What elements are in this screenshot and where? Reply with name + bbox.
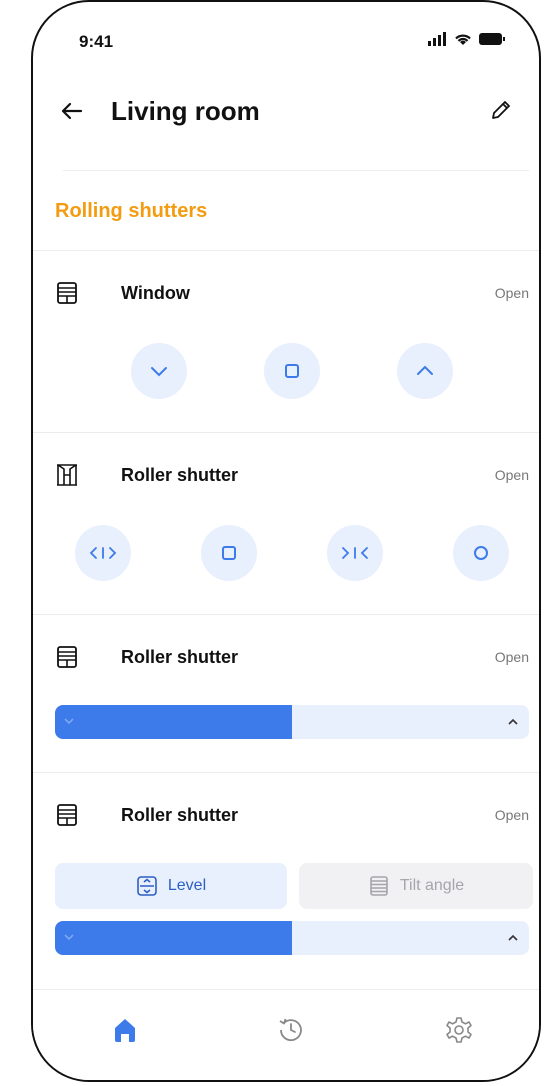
level-slider[interactable] (55, 921, 529, 955)
nav-history[interactable] (275, 1014, 307, 1046)
tab-level[interactable]: Level (55, 863, 287, 909)
open-curtain-button[interactable] (75, 525, 131, 581)
raise-button[interactable] (397, 343, 453, 399)
circle-icon (474, 546, 488, 560)
stop-icon (285, 364, 299, 378)
device-row-head: Roller shutter Open (55, 461, 529, 493)
chevron-up-icon (417, 365, 433, 375)
nav-home[interactable] (109, 1014, 141, 1046)
edit-pencil-icon[interactable] (489, 98, 513, 122)
device-card: Roller shutter Open Level Tilt angle (33, 772, 539, 993)
tilt-icon (370, 876, 388, 896)
open-icon (89, 547, 117, 559)
nav-settings[interactable] (443, 1014, 475, 1046)
wifi-icon (455, 34, 471, 45)
device-row-head: Roller shutter Open (55, 643, 529, 675)
signal-icon (428, 32, 446, 46)
device-card: Roller shutter Open (33, 432, 539, 615)
status-bar: 9:41 (33, 28, 539, 58)
device-status: Open (494, 649, 529, 665)
close-icon (342, 547, 368, 559)
shutter-icon (57, 282, 77, 304)
device-name: Roller shutter (121, 805, 239, 825)
chevron-down-icon[interactable] (63, 931, 75, 943)
device-status: Open (494, 807, 529, 823)
header: Living room (33, 90, 539, 134)
phone-frame: 9:41 Living room Rolling shutters Window… (31, 0, 541, 1082)
page-title: Living room (111, 96, 260, 126)
device-name: Roller shutter (121, 465, 239, 485)
close-curtain-button[interactable] (327, 525, 383, 581)
favorite-position-button[interactable] (453, 525, 509, 581)
device-name: Roller shutter (121, 647, 239, 667)
level-slider-fill (55, 921, 292, 955)
device-card: Roller shutter Open (33, 614, 539, 773)
lower-button[interactable] (131, 343, 187, 399)
stop-button[interactable] (264, 343, 320, 399)
chevron-down-icon (151, 367, 167, 377)
status-icons (427, 32, 505, 46)
divider (63, 170, 529, 171)
status-time: 9:41 (79, 32, 114, 51)
settings-icon (446, 1017, 472, 1043)
stop-icon (222, 546, 236, 560)
shutter-icon (57, 804, 77, 826)
tab-tilt-angle-label: Tilt angle (399, 877, 465, 894)
back-arrow-icon[interactable] (59, 98, 85, 124)
curtain-icon (57, 464, 77, 486)
device-name: Window (121, 283, 190, 303)
chevron-up-icon[interactable] (507, 716, 519, 728)
stop-button[interactable] (201, 525, 257, 581)
chevron-down-icon[interactable] (63, 715, 75, 727)
tab-level-label: Level (167, 877, 207, 894)
device-status: Open (494, 467, 529, 483)
device-status: Open (494, 285, 529, 301)
device-row-head: Roller shutter Open (55, 801, 529, 833)
bottom-nav (33, 989, 539, 1080)
level-slider-fill (55, 705, 292, 739)
level-icon (137, 876, 157, 896)
device-row-head: Window Open (55, 279, 529, 311)
device-card: Window Open (33, 250, 539, 433)
home-icon (115, 1019, 135, 1042)
chevron-up-icon[interactable] (507, 932, 519, 944)
tab-tilt-angle[interactable]: Tilt angle (299, 863, 533, 909)
history-icon (279, 1018, 302, 1042)
level-slider[interactable] (55, 705, 529, 739)
battery-icon (479, 33, 505, 45)
shutter-icon (57, 646, 77, 668)
section-title: Rolling shutters (55, 200, 208, 222)
